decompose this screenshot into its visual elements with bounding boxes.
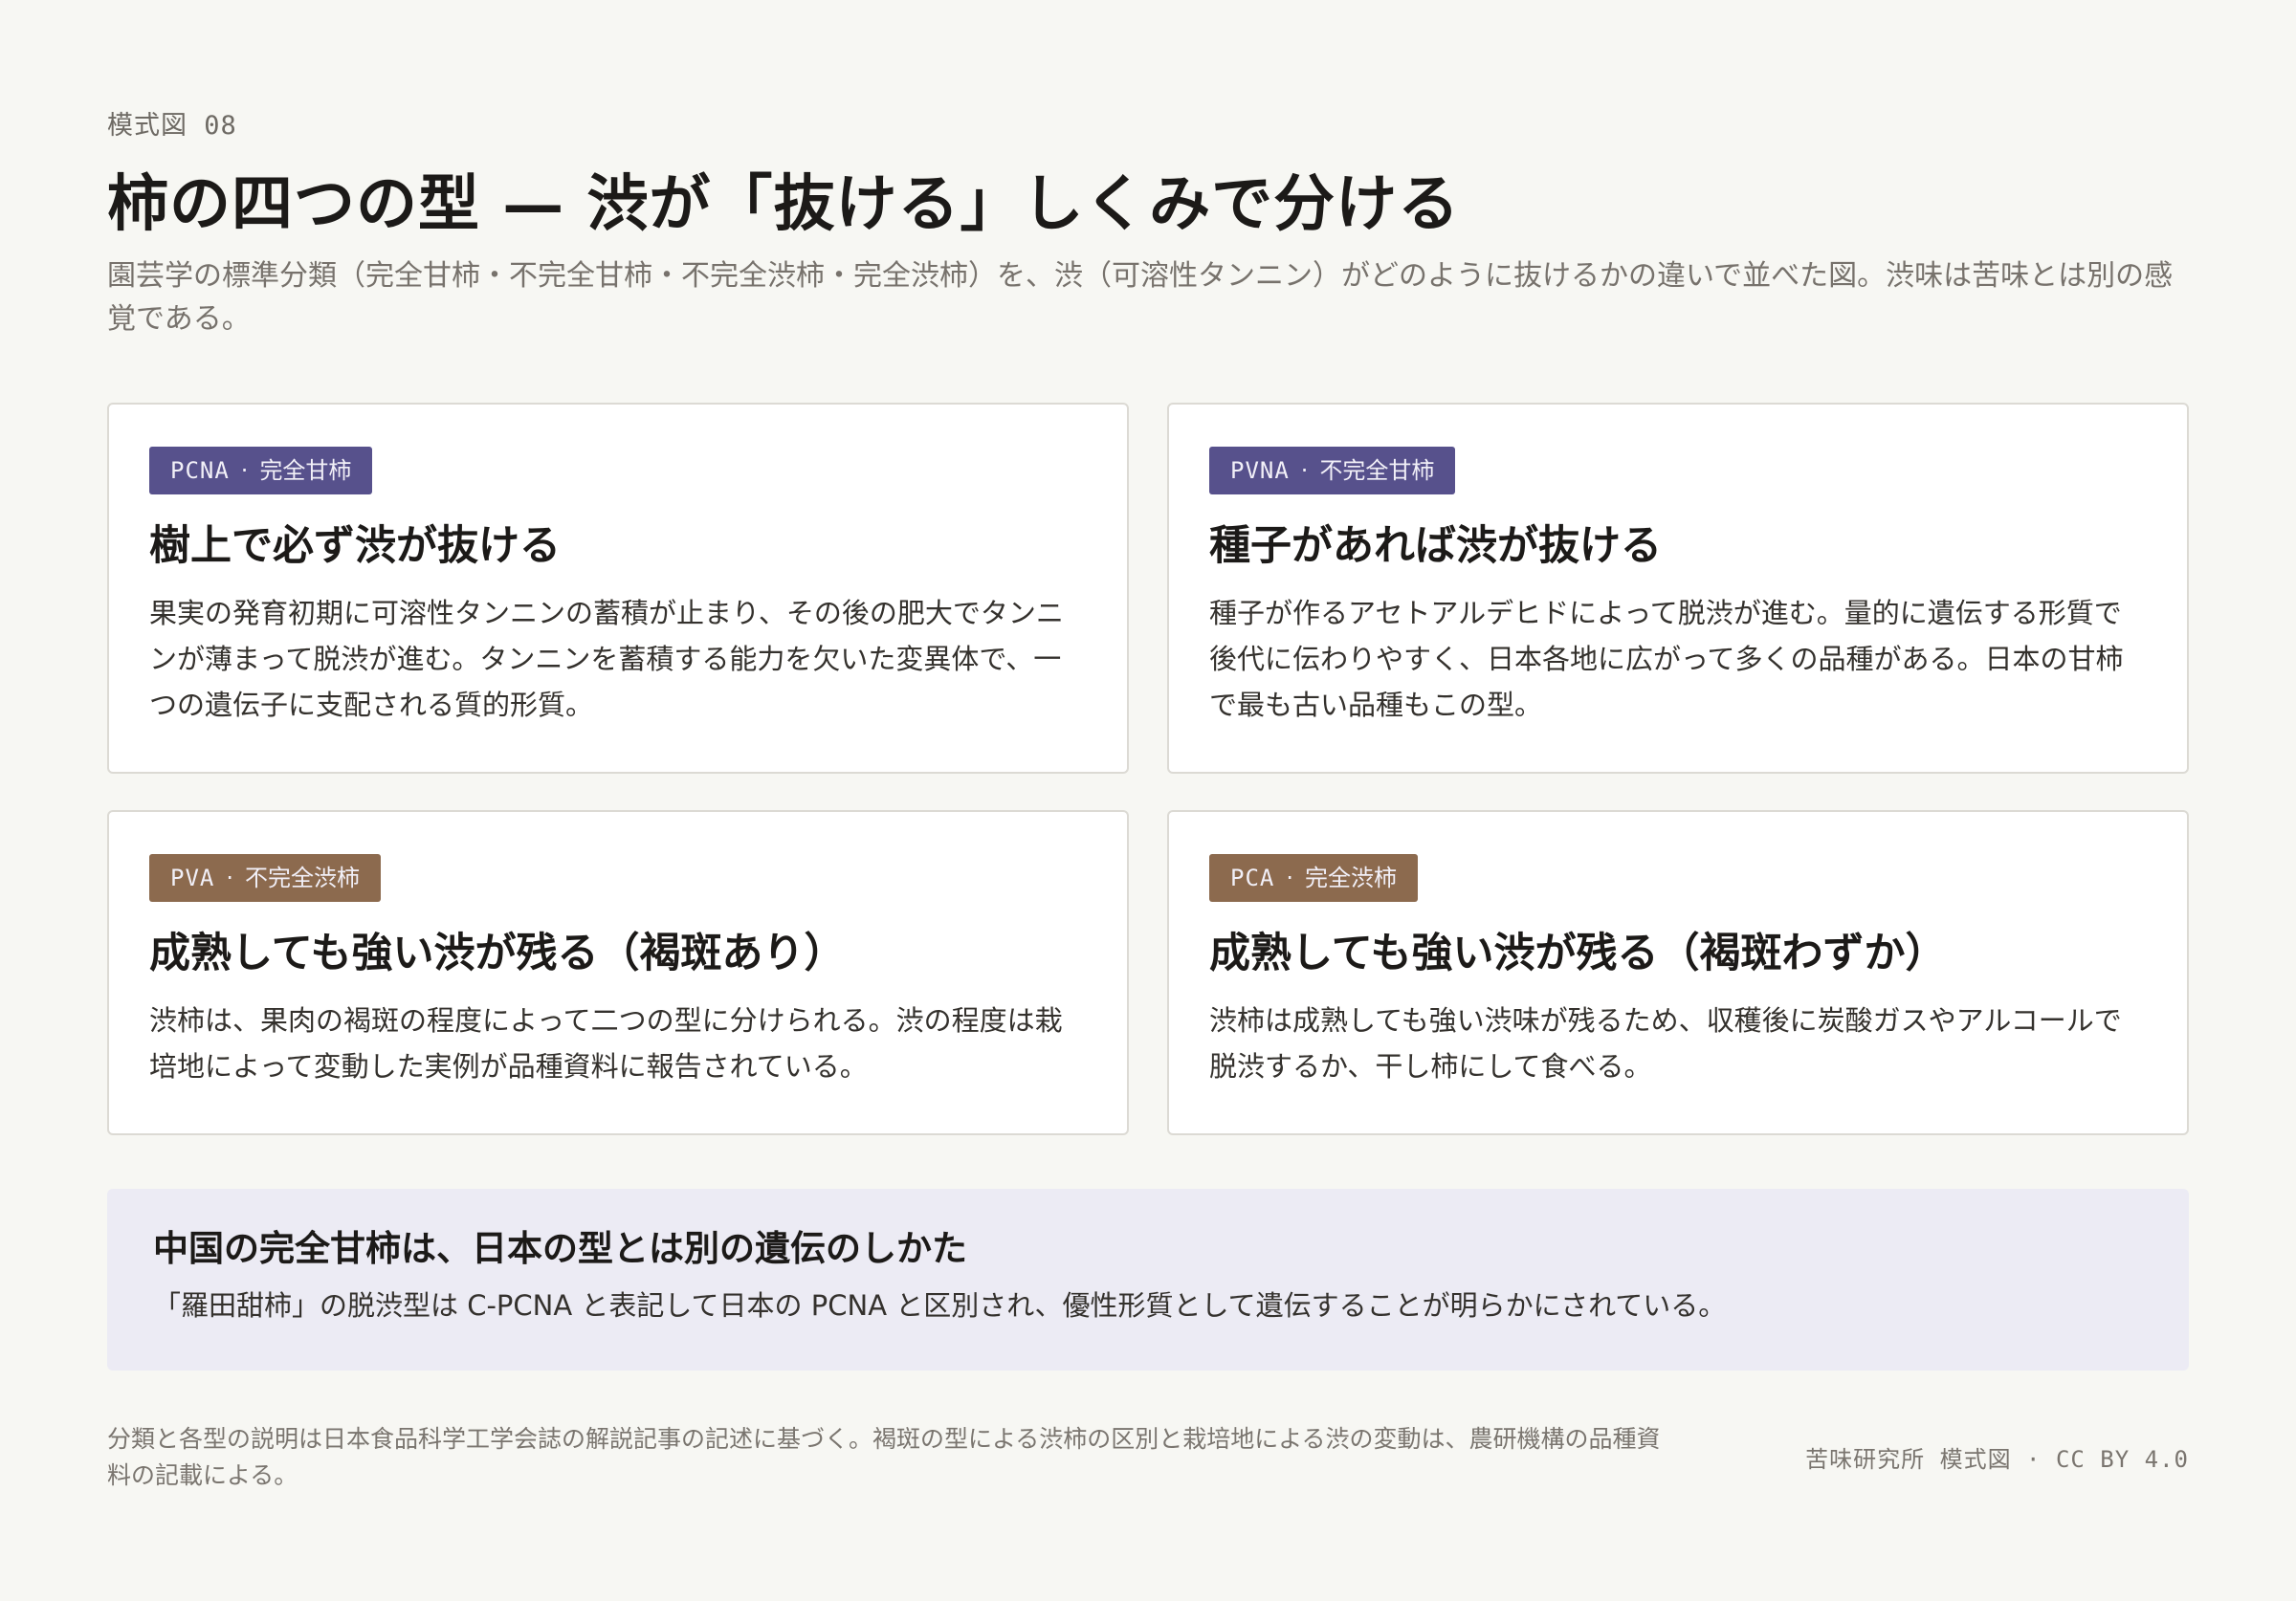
figure-title: 柿の四つの型 — 渋が「抜ける」しくみで分ける [107, 168, 1461, 240]
tag-separator: · [1286, 865, 1293, 891]
type-code: PVA [170, 865, 215, 891]
card-pvna: PVNA · 不完全甘柿 種子があれば渋が抜ける 種子が作るアセトアルデヒドによって… [1167, 403, 2189, 774]
type-name: 完全甘柿 [259, 457, 352, 484]
card-body: 種子が作るアセトアルデヒドによって脱渋が進む。量的に遺伝する形質で後代に伝わりや… [1209, 597, 2124, 721]
footer: 分類と各型の説明は日本食品科学工学会誌の解説記事の記述に基づく。褐斑の型による渋… [107, 1421, 2189, 1494]
type-tag-pcna: PCNA · 完全甘柿 [149, 447, 373, 494]
type-tag-pca: PCA · 完全渋柿 [1209, 854, 1418, 902]
type-name: 不完全甘柿 [1319, 457, 1435, 484]
card-heading: 成熟しても強い渋が残る（褐斑あり） [149, 930, 846, 977]
note-box: 中国の完全甘柿は、日本の型とは別の遺伝のしかた 「羅田甜柿」の脱渋型は C-PC… [107, 1189, 2189, 1371]
credit-line: 苦味研究所 模式図 · CC BY 4.0 [1805, 1446, 2189, 1473]
card-heading: 樹上で必ず渋が抜ける [149, 522, 561, 570]
card-pcna: PCNA · 完全甘柿 樹上で必ず渋が抜ける 果実の発育初期に可溶性タンニンの蓄積が… [107, 403, 1129, 774]
type-name: 完全渋柿 [1305, 865, 1397, 891]
source-note: 分類と各型の説明は日本食品科学工学会誌の解説記事の記述に基づく。褐斑の型による渋… [107, 1425, 1661, 1489]
tag-separator: · [226, 865, 233, 891]
type-tag-pva: PVA · 不完全渋柿 [149, 854, 381, 902]
card-heading: 種子があれば渋が抜ける [1209, 522, 1662, 570]
card-pca: PCA · 完全渋柿 成熟しても強い渋が残る（褐斑わずか） 渋柿は成熟しても強い渋味… [1167, 810, 2189, 1135]
type-code: PVNA [1230, 457, 1290, 484]
card-body: 渋柿は、果肉の褐斑の程度によって二つの型に分けられる。渋の程度は栽培地によって変… [149, 1004, 1063, 1083]
note-heading: 中国の完全甘柿は、日本の型とは別の遺伝のしかた [153, 1227, 967, 1269]
card-body: 渋柿は成熟しても強い渋味が残るため、収穫後に炭酸ガスやアルコールで脱渋するか、干… [1209, 1004, 2122, 1083]
type-code: PCNA [170, 457, 230, 484]
figure-page: 模式図 08 柿の四つの型 — 渋が「抜ける」しくみで分ける 園芸学の標準分類（… [107, 107, 2189, 1489]
card-body: 果実の発育初期に可溶性タンニンの蓄積が止まり、その後の肥大でタンニンが薄まって脱… [149, 597, 1064, 721]
type-name: 不完全渋柿 [245, 865, 360, 891]
tag-separator: · [240, 457, 249, 484]
tag-separator: · [1300, 457, 1309, 484]
card-pva: PVA · 不完全渋柿 成熟しても強い渋が残る（褐斑あり） 渋柿は、果肉の褐斑の程度… [107, 810, 1129, 1135]
figure-subtitle: 園芸学の標準分類（完全甘柿・不完全甘柿・不完全渋柿・完全渋柿）を、渋（可溶性タン… [107, 259, 2174, 336]
card-heading: 成熟しても強い渋が残る（褐斑わずか） [1209, 930, 1947, 977]
note-body: 「羅田甜柿」の脱渋型は C-PCNA と表記して日本の PCNA と区別され、優… [153, 1289, 1727, 1322]
figure-number: 模式図 08 [107, 111, 237, 141]
type-code: PCA [1230, 865, 1275, 891]
type-tag-pvna: PVNA · 不完全甘柿 [1209, 447, 1456, 494]
